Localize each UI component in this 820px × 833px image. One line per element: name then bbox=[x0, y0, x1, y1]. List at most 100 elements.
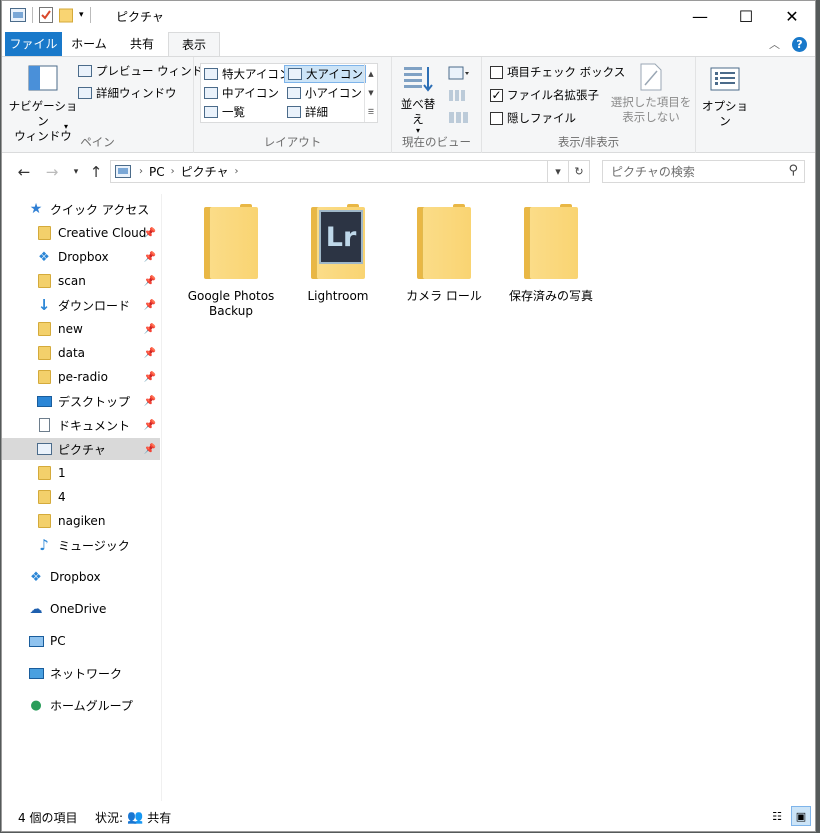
layout-medium-icons[interactable]: 中アイコン bbox=[201, 84, 283, 102]
file-extensions-checkbox[interactable]: ✓ bbox=[490, 88, 503, 102]
folder-item[interactable]: Google Photos Backup bbox=[177, 204, 285, 319]
layout-details[interactable]: 詳細 bbox=[284, 103, 366, 121]
pin-icon[interactable]: 📌 bbox=[144, 276, 156, 287]
status-bar: 4 個の項目 状況: 👥 共有 ☷ ▣ bbox=[2, 801, 815, 831]
layout-details-label: 詳細 bbox=[305, 105, 328, 119]
sidebar-item-dropbox-root[interactable]: ❖ Dropbox bbox=[2, 566, 160, 588]
onedrive-icon: ☁ bbox=[29, 601, 43, 617]
address-bar[interactable]: › PC › ピクチャ › ▾ ↻ bbox=[110, 160, 590, 183]
sidebar-item-pe-radio[interactable]: pe-radio 📌 bbox=[2, 366, 160, 388]
breadcrumb-pictures[interactable]: ピクチャ bbox=[175, 163, 235, 180]
hidden-items-checkbox[interactable] bbox=[490, 111, 503, 125]
sidebar-item-documents[interactable]: ドキュメント 📌 bbox=[2, 414, 160, 436]
navigation-pane-button[interactable]: ナビゲーション ウィンドウ ▾ bbox=[8, 65, 78, 144]
layout-gallery-scroll[interactable]: ▲ ▼ ☰ bbox=[364, 64, 377, 122]
breadcrumb-separator-icon[interactable]: › bbox=[235, 166, 239, 177]
sidebar-item-data[interactable]: data 📌 bbox=[2, 342, 160, 364]
maximize-button[interactable]: ☐ bbox=[723, 1, 769, 32]
sidebar-item-creative-cloud[interactable]: Creative Cloud Fi 📌 bbox=[2, 222, 160, 244]
folder-item[interactable]: Lr Lightroom bbox=[284, 204, 392, 304]
scroll-down-icon[interactable]: ▼ bbox=[368, 89, 373, 97]
hidden-items-toggle[interactable]: 隠しファイル bbox=[490, 109, 576, 127]
collapse-ribbon-chevron-icon[interactable]: ︿ bbox=[769, 36, 780, 52]
sidebar-item-pictures[interactable]: ピクチャ 📌 bbox=[2, 438, 160, 460]
sidebar-item-desktop[interactable]: デスクトップ 📌 bbox=[2, 390, 160, 412]
new-folder-icon[interactable] bbox=[59, 7, 73, 23]
customize-qat-dropdown-icon[interactable]: ▾ bbox=[79, 10, 84, 20]
layout-list[interactable]: 一覧 bbox=[201, 103, 283, 121]
hidden-items-label: 隠しファイル bbox=[507, 111, 576, 125]
pin-icon[interactable]: 📌 bbox=[144, 300, 156, 311]
add-columns-icon[interactable] bbox=[448, 87, 470, 103]
scroll-up-icon[interactable]: ▲ bbox=[368, 70, 373, 78]
lightroom-icon: Lr bbox=[319, 210, 363, 264]
sort-by-button[interactable]: 並べ替え ▾ bbox=[396, 65, 440, 135]
sidebar-item-quick-access[interactable]: ★ クイック アクセス bbox=[2, 198, 160, 220]
pin-icon[interactable]: 📌 bbox=[144, 324, 156, 335]
sort-by-label: 並べ替え bbox=[400, 97, 436, 126]
size-columns-icon[interactable] bbox=[448, 109, 470, 125]
up-arrow-icon[interactable]: ↑ bbox=[86, 161, 106, 183]
sidebar-item-scan[interactable]: scan 📌 bbox=[2, 270, 160, 292]
pin-icon[interactable]: 📌 bbox=[144, 348, 156, 359]
sidebar-item-pc[interactable]: PC bbox=[2, 630, 160, 652]
tab-file[interactable]: ファイル bbox=[5, 32, 62, 56]
sidebar-item-homegroup[interactable]: ● ホームグループ bbox=[2, 694, 160, 716]
hide-selected-button[interactable]: 選択した項目を 表示しない bbox=[610, 63, 692, 125]
sidebar-item-network[interactable]: ネットワーク bbox=[2, 662, 160, 684]
sidebar-item-nagiken[interactable]: nagiken bbox=[2, 510, 160, 532]
gallery-expand-icon[interactable]: ☰ bbox=[368, 108, 374, 116]
layout-extra-large-icons[interactable]: 特大アイコン bbox=[201, 65, 290, 83]
details-pane-button[interactable]: 詳細ウィンドウ bbox=[78, 84, 177, 102]
help-icon[interactable]: ? bbox=[792, 36, 807, 52]
item-checkboxes-toggle[interactable]: 項目チェック ボックス bbox=[490, 63, 625, 81]
file-extensions-toggle[interactable]: ✓ ファイル名拡張子 bbox=[490, 86, 599, 104]
pin-icon[interactable]: 📌 bbox=[144, 228, 156, 239]
state-label: 状況: bbox=[95, 811, 124, 825]
explorer-window: ▾ ピクチャ — ☐ ✕ ファイル ホーム 共有 表示 ︿ ? ナビゲーション … bbox=[1, 0, 816, 832]
pin-icon[interactable]: 📌 bbox=[144, 420, 156, 431]
explorer-icon[interactable] bbox=[10, 8, 26, 22]
minimize-button[interactable]: — bbox=[677, 1, 723, 32]
details-view-icon[interactable]: ☷ bbox=[767, 806, 787, 826]
desktop-icon bbox=[36, 394, 52, 408]
large-icons-view-icon[interactable]: ▣ bbox=[791, 806, 811, 826]
sidebar-item-new[interactable]: new 📌 bbox=[2, 318, 160, 340]
item-checkboxes-checkbox[interactable] bbox=[490, 65, 503, 79]
recent-locations-chevron-icon[interactable]: ▾ bbox=[66, 161, 86, 183]
sidebar-item-4[interactable]: 4 bbox=[2, 486, 160, 508]
pin-icon[interactable]: 📌 bbox=[144, 396, 156, 407]
close-button[interactable]: ✕ bbox=[769, 1, 815, 32]
layout-small-icons[interactable]: 小アイコン bbox=[284, 84, 366, 102]
back-arrow-icon[interactable]: ← bbox=[14, 161, 34, 183]
breadcrumb-pc[interactable]: PC bbox=[143, 165, 171, 179]
sidebar-item-1[interactable]: 1 bbox=[2, 462, 160, 484]
properties-icon[interactable] bbox=[39, 7, 53, 23]
pin-icon[interactable]: 📌 bbox=[144, 444, 156, 455]
folder-icon bbox=[518, 204, 584, 280]
tab-home[interactable]: ホーム bbox=[62, 32, 116, 56]
details-pane-label: 詳細ウィンドウ bbox=[96, 86, 177, 100]
pin-icon[interactable]: 📌 bbox=[144, 372, 156, 383]
group-by-icon[interactable] bbox=[448, 65, 470, 81]
tab-view[interactable]: 表示 bbox=[168, 32, 220, 57]
search-box[interactable]: ピクチャの検索 ⚲ bbox=[602, 160, 805, 183]
folder-item[interactable]: カメラ ロール bbox=[390, 204, 498, 304]
sidebar-item-label: nagiken bbox=[58, 514, 106, 528]
tab-share[interactable]: 共有 bbox=[116, 32, 168, 56]
pictures-location-icon bbox=[115, 165, 131, 178]
pin-icon[interactable]: 📌 bbox=[144, 252, 156, 263]
layout-large-icons[interactable]: 大アイコン bbox=[284, 65, 366, 83]
folder-item[interactable]: 保存済みの写真 bbox=[497, 204, 605, 304]
forward-arrow-icon[interactable]: → bbox=[42, 161, 62, 183]
refresh-icon[interactable]: ↻ bbox=[568, 161, 589, 182]
creative-cloud-icon bbox=[36, 226, 52, 240]
address-dropdown-icon[interactable]: ▾ bbox=[547, 161, 568, 182]
options-button[interactable]: オプション bbox=[700, 67, 750, 129]
details-pane-icon bbox=[78, 87, 92, 99]
sidebar-item-dropbox[interactable]: ❖ Dropbox 📌 bbox=[2, 246, 160, 268]
sidebar-item-downloads[interactable]: ↓ ダウンロード 📌 bbox=[2, 294, 160, 316]
sidebar-item-music[interactable]: ♪ ミュージック bbox=[2, 534, 160, 556]
sidebar-item-onedrive[interactable]: ☁ OneDrive bbox=[2, 598, 160, 620]
search-icon[interactable]: ⚲ bbox=[788, 163, 798, 178]
